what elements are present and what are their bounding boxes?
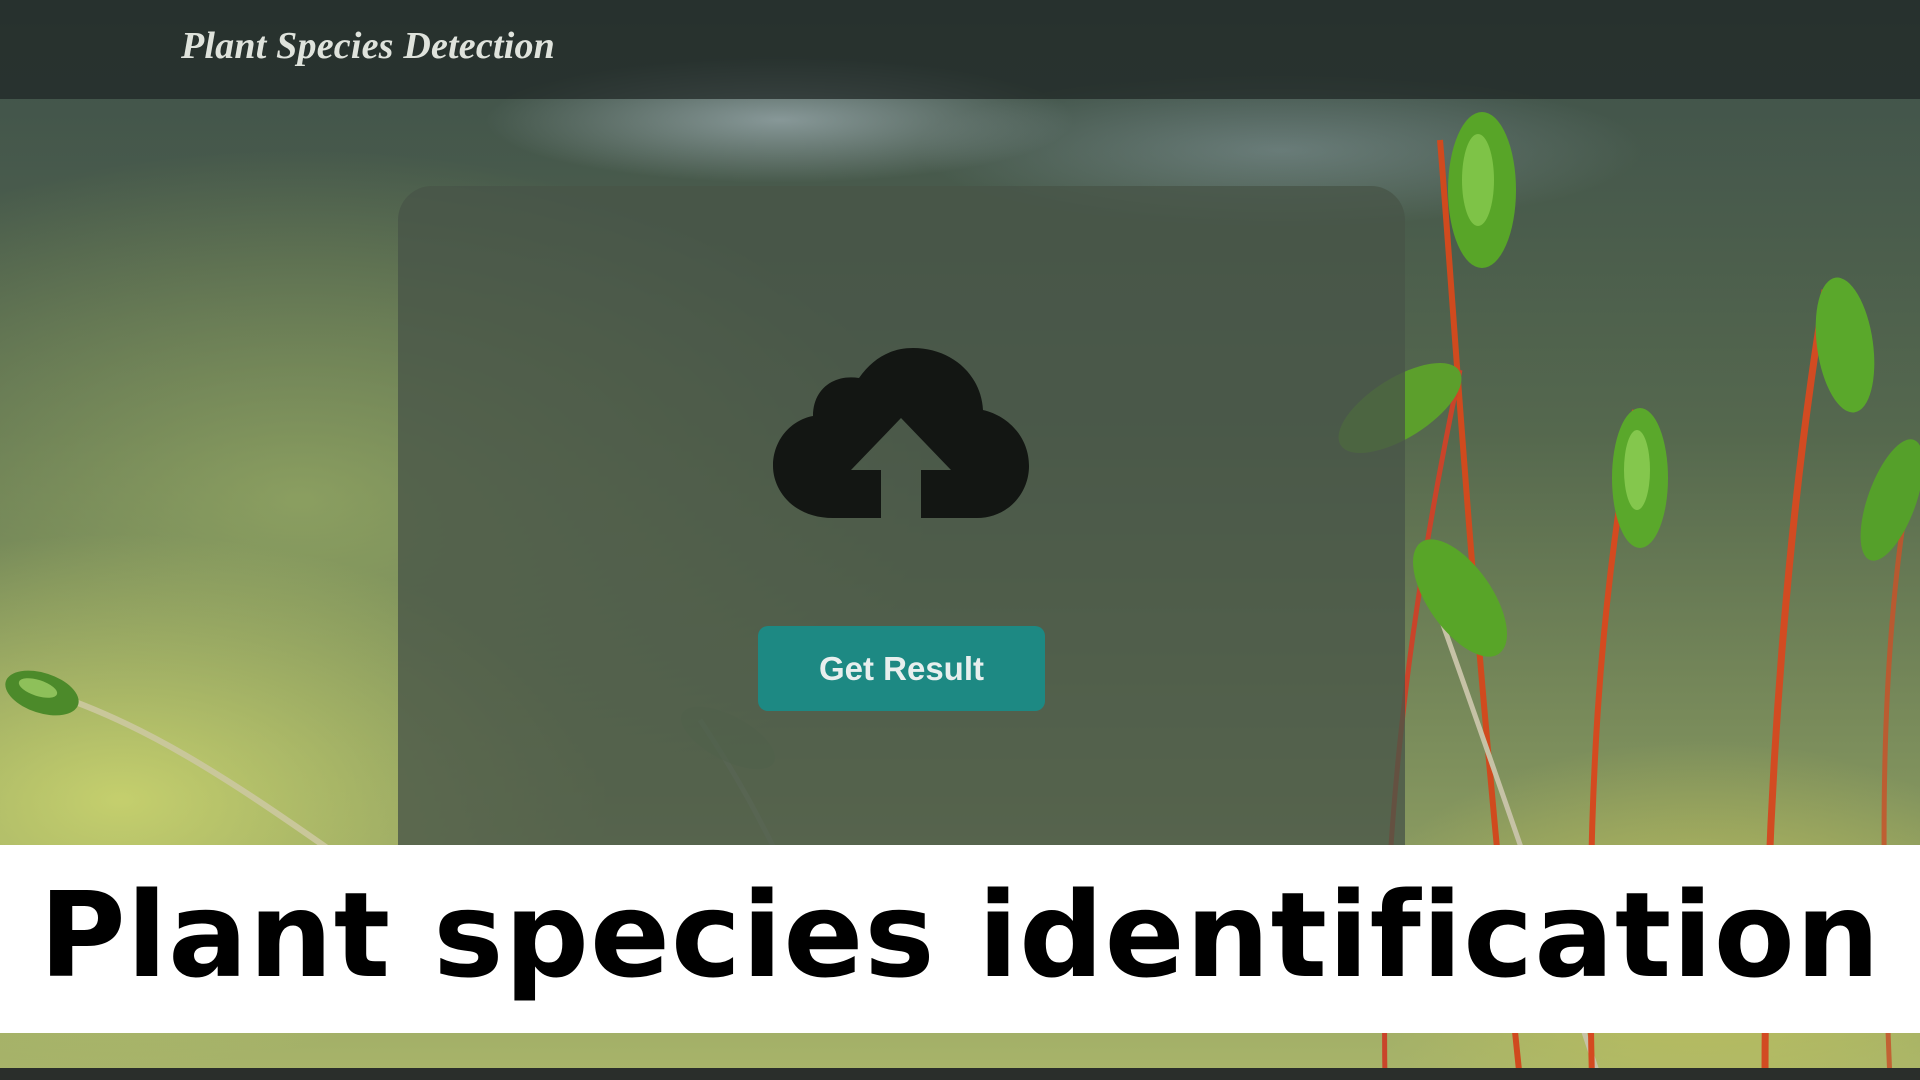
upload-panel: [398, 186, 1405, 886]
get-result-button[interactable]: Get Result: [758, 626, 1045, 711]
brand-title[interactable]: Plant Species Detection: [181, 24, 555, 68]
top-navbar: Plant Species Detection: [0, 0, 1920, 99]
cloud-upload-icon[interactable]: [773, 348, 1029, 518]
caption-text: Plant species identification: [39, 866, 1881, 1004]
footer-strip: [0, 1068, 1920, 1080]
caption-banner: Plant species identification: [0, 845, 1920, 1033]
